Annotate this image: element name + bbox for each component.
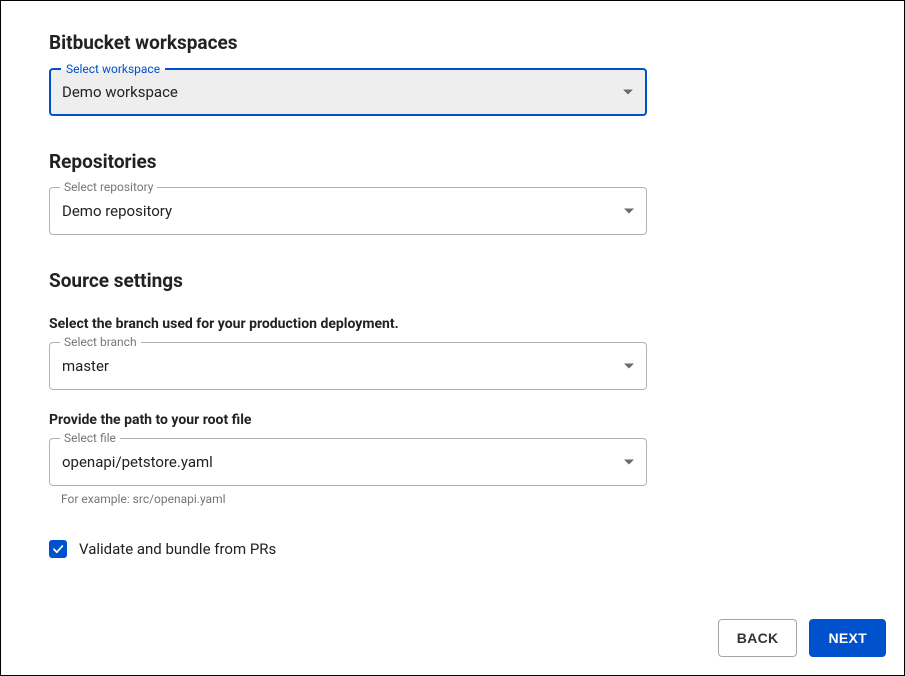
file-prompt: Provide the path to your root file <box>49 412 856 428</box>
branch-section: Select the branch used for your producti… <box>49 316 856 390</box>
repositories-heading: Repositories <box>49 150 856 173</box>
chevron-down-icon <box>624 364 634 369</box>
chevron-down-icon <box>624 209 634 214</box>
source-heading: Source settings <box>49 269 856 292</box>
chevron-down-icon <box>623 90 633 95</box>
branch-select-label: Select branch <box>60 335 141 349</box>
file-select-value: openapi/petstore.yaml <box>62 453 213 471</box>
next-button[interactable]: NEXT <box>809 619 886 657</box>
branch-select-value: master <box>62 357 109 375</box>
workspaces-section: Bitbucket workspaces Select workspace De… <box>49 31 856 116</box>
file-select-label: Select file <box>60 431 120 445</box>
validate-checkbox[interactable] <box>49 540 67 558</box>
workspace-select[interactable]: Select workspace Demo workspace <box>49 68 647 116</box>
repositories-section: Repositories Select repository Demo repo… <box>49 150 856 235</box>
workspaces-heading: Bitbucket workspaces <box>49 31 856 54</box>
repository-select-value: Demo repository <box>62 202 172 220</box>
file-select[interactable]: Select file openapi/petstore.yaml <box>49 438 647 486</box>
file-section: Provide the path to your root file Selec… <box>49 412 856 506</box>
repository-select[interactable]: Select repository Demo repository <box>49 187 647 235</box>
branch-prompt: Select the branch used for your producti… <box>49 316 856 332</box>
config-form-panel: Bitbucket workspaces Select workspace De… <box>0 0 905 676</box>
chevron-down-icon <box>624 460 634 465</box>
check-icon <box>51 542 65 556</box>
validate-checkbox-label: Validate and bundle from PRs <box>79 540 276 558</box>
back-button[interactable]: BACK <box>718 619 798 657</box>
workspace-select-value: Demo workspace <box>62 83 178 101</box>
validate-checkbox-row: Validate and bundle from PRs <box>49 540 856 558</box>
file-helper-text: For example: src/openapi.yaml <box>61 492 856 506</box>
branch-select[interactable]: Select branch master <box>49 342 647 390</box>
wizard-footer: BACK NEXT <box>718 619 886 657</box>
workspace-select-label: Select workspace <box>61 62 165 76</box>
repository-select-label: Select repository <box>60 180 157 194</box>
